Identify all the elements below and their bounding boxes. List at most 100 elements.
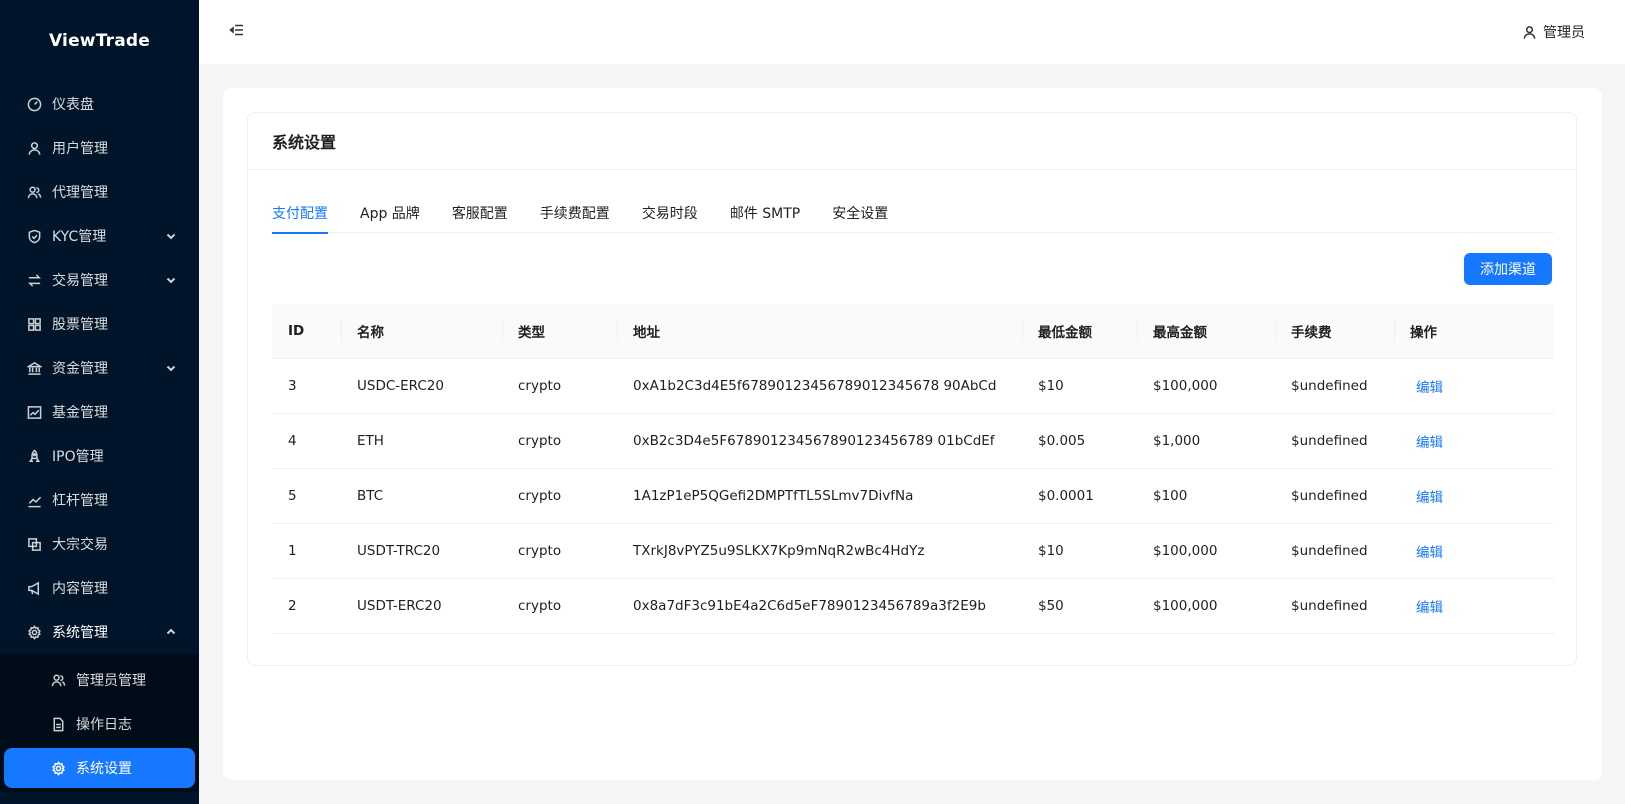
cell-action: 编辑: [1394, 468, 1554, 524]
sidebar-item-fund[interactable]: 基金管理: [0, 390, 199, 434]
sidebar-item-label: 资金管理: [52, 361, 108, 377]
settings-tabs: 支付配置 App 品牌 客服配置 手续费配置 交易时段 邮件 SMTP 安全设置: [272, 193, 1554, 234]
line-chart-icon: [26, 492, 42, 508]
sidebar-item-dashboard[interactable]: 仪表盘: [0, 82, 199, 126]
setting-icon: [50, 760, 66, 776]
chevron-down-icon: [165, 274, 177, 286]
sidebar-item-trading[interactable]: 交易管理: [0, 258, 199, 302]
sidebar-item-admin-management[interactable]: 管理员管理: [0, 658, 199, 702]
cell-address: 1A1zP1eP5QGefi2DMPTfTL5SLmv7DivfNa: [617, 468, 1022, 524]
cell-id: 4: [272, 413, 341, 469]
cell-max: $100: [1137, 468, 1275, 524]
edit-link[interactable]: 编辑: [1410, 600, 1443, 616]
sidebar-item-label: IPO管理: [52, 449, 104, 465]
sidebar-item-label: 大宗交易: [52, 537, 108, 553]
tab-customer-service[interactable]: 客服配置: [452, 193, 508, 233]
cell-action: 编辑: [1394, 578, 1554, 634]
cell-id: 3: [272, 358, 341, 414]
cell-action: 编辑: [1394, 413, 1554, 469]
main-content: 系统设置 支付配置 App 品牌 客服配置 手续费配置 交易时段 邮件 SMTP…: [223, 88, 1602, 780]
cell-min: $50: [1022, 578, 1137, 634]
sidebar-item-block-trade[interactable]: 大宗交易: [0, 522, 199, 566]
cell-name: ETH: [341, 413, 502, 469]
setting-icon: [26, 624, 42, 640]
column-header: ID: [272, 304, 341, 359]
sidebar-item-ipo[interactable]: IPO管理: [0, 434, 199, 478]
page-title: 系统设置: [248, 113, 1576, 170]
user-menu[interactable]: 管理员: [1522, 22, 1585, 42]
table-row: 1 USDT-TRC20 crypto TXrkJ8vPYZ5u9SLKX7Kp…: [272, 523, 1554, 579]
sidebar-item-system[interactable]: 系统管理: [0, 610, 199, 654]
user-icon: [1523, 25, 1536, 39]
stock-chart-icon: [26, 404, 42, 420]
cell-type: crypto: [502, 468, 617, 524]
system-submenu: 管理员管理 操作日志 系统设置: [0, 654, 199, 792]
sidebar-item-label: 系统管理: [52, 625, 108, 641]
cell-action: 编辑: [1394, 523, 1554, 579]
cell-type: crypto: [502, 523, 617, 579]
top-header: 管理员: [199, 0, 1625, 64]
table-header-row: ID 名称 类型 地址 最低金额 最高金额 手续费 操作: [272, 304, 1554, 359]
payment-channels-table: ID 名称 类型 地址 最低金额 最高金额 手续费 操作 3 USDC-ERC2…: [272, 304, 1554, 634]
edit-link[interactable]: 编辑: [1410, 435, 1443, 451]
chevron-down-icon: [165, 362, 177, 374]
column-header: 类型: [502, 304, 617, 359]
tab-trading-hours[interactable]: 交易时段: [642, 193, 698, 233]
sidebar-item-label: 用户管理: [52, 141, 108, 157]
cell-address: 0x8a7dF3c91bE4a2C6d5eF7890123456789a3f2E…: [617, 578, 1022, 634]
sidebar-item-label: 内容管理: [52, 581, 108, 597]
sidebar-item-label: 股票管理: [52, 317, 108, 333]
sidebar-item-funds-capital[interactable]: 资金管理: [0, 346, 199, 390]
add-channel-button[interactable]: 添加渠道: [1464, 253, 1552, 285]
tab-app-brand[interactable]: App 品牌: [360, 193, 420, 233]
tab-payment-config[interactable]: 支付配置: [272, 193, 328, 234]
tab-email-smtp[interactable]: 邮件 SMTP: [730, 193, 800, 233]
column-header: 手续费: [1275, 304, 1394, 359]
block-icon: [26, 536, 42, 552]
chevron-up-icon: [165, 626, 177, 638]
sidebar-item-leverage[interactable]: 杠杆管理: [0, 478, 199, 522]
sidebar-item-stocks[interactable]: 股票管理: [0, 302, 199, 346]
edit-link[interactable]: 编辑: [1410, 380, 1443, 396]
cell-id: 5: [272, 468, 341, 524]
edit-link[interactable]: 编辑: [1410, 545, 1443, 561]
notification-icon: [26, 580, 42, 596]
cell-min: $0.0001: [1022, 468, 1137, 524]
edit-link[interactable]: 编辑: [1410, 490, 1443, 506]
sidebar-item-kyc[interactable]: KYC管理: [0, 214, 199, 258]
tab-fee-config[interactable]: 手续费配置: [540, 193, 610, 233]
sidebar-item-label: 基金管理: [52, 405, 108, 421]
sidebar-item-label: 仪表盘: [52, 97, 94, 113]
cell-max: $100,000: [1137, 578, 1275, 634]
sidebar-item-content[interactable]: 内容管理: [0, 566, 199, 610]
cell-min: $10: [1022, 523, 1137, 579]
sidebar-item-label: 操作日志: [76, 717, 132, 733]
cell-name: BTC: [341, 468, 502, 524]
cell-fee: $undefined: [1275, 358, 1394, 414]
cell-fee: $undefined: [1275, 413, 1394, 469]
table-row: 3 USDC-ERC20 crypto 0xA1b2C3d4E5f6789012…: [272, 358, 1554, 414]
column-header: 地址: [617, 304, 1022, 359]
sidebar-item-users[interactable]: 用户管理: [0, 126, 199, 170]
shield-icon: [26, 228, 42, 244]
user-name: 管理员: [1543, 25, 1585, 41]
sidebar-item-operation-log[interactable]: 操作日志: [0, 702, 199, 746]
cell-address: TXrkJ8vPYZ5u9SLKX7Kp9mNqR2wBc4HdYz: [617, 523, 1022, 579]
sidebar-menu: 仪表盘 用户管理 代理管理 KYC管理 交易管理 股票管理 资金管理 基金管理 …: [0, 82, 199, 654]
tab-security[interactable]: 安全设置: [832, 193, 888, 233]
cell-min: $10: [1022, 358, 1137, 414]
sidebar-item-system-settings[interactable]: 系统设置: [4, 748, 195, 788]
sidebar-item-label: KYC管理: [52, 229, 107, 245]
cell-type: crypto: [502, 578, 617, 634]
table-row: 2 USDT-ERC20 crypto 0x8a7dF3c91bE4a2C6d5…: [272, 578, 1554, 634]
menu-fold-icon[interactable]: [229, 22, 249, 42]
cell-id: 1: [272, 523, 341, 579]
cell-id: 2: [272, 578, 341, 634]
bank-icon: [26, 360, 42, 376]
sidebar-item-label: 交易管理: [52, 273, 108, 289]
sidebar-item-label: 系统设置: [76, 761, 132, 777]
table-row: 5 BTC crypto 1A1zP1eP5QGefi2DMPTfTL5SLmv…: [272, 468, 1554, 524]
swap-icon: [26, 272, 42, 288]
sidebar-item-agents[interactable]: 代理管理: [0, 170, 199, 214]
cell-address: 0xA1b2C3d4E5f67890123456789012345678 90A…: [617, 358, 1022, 414]
